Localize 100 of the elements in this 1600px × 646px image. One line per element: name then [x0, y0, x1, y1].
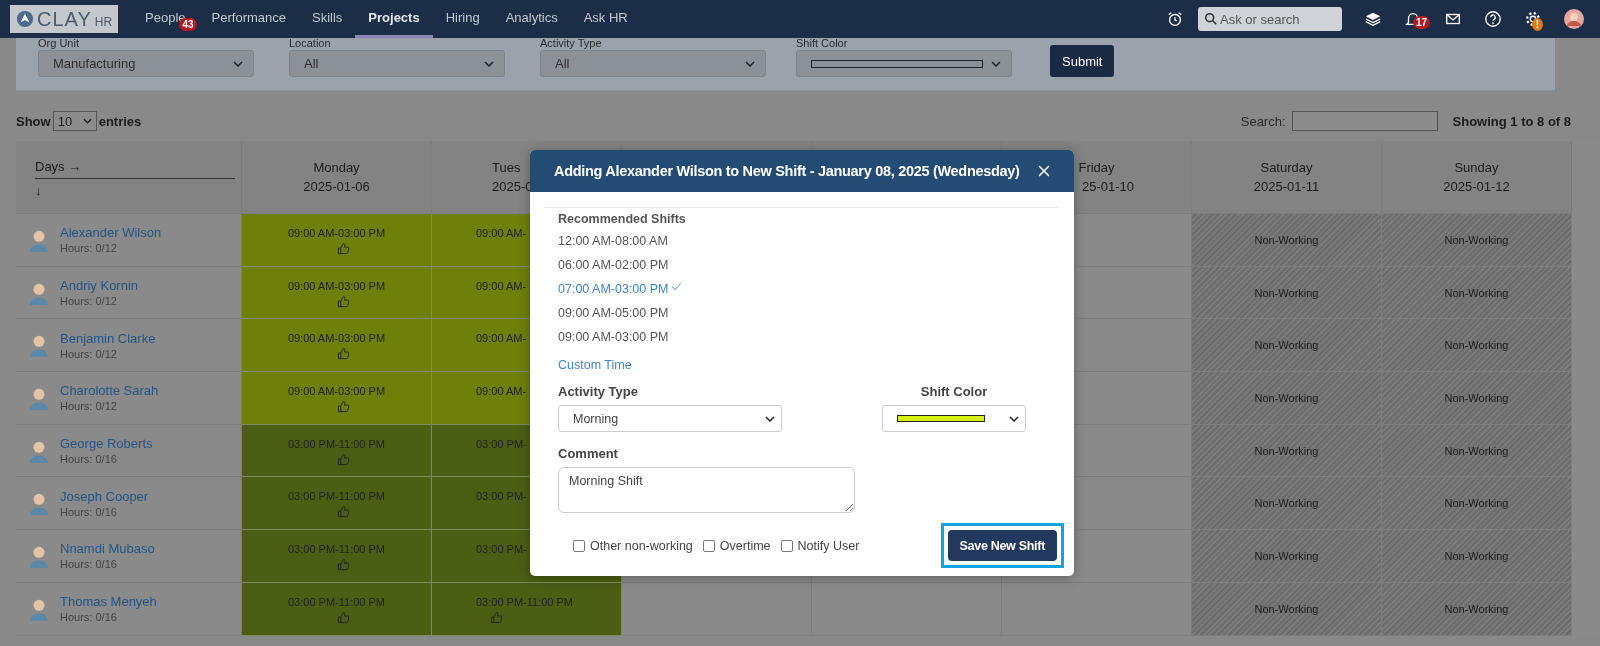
non-working-text: Non-Working: [1254, 602, 1319, 615]
employee-link[interactable]: Charolotte Sarah: [60, 383, 159, 399]
shift-cell[interactable]: 09:00 AM-03:00 PM: [242, 319, 432, 373]
non-working-text: Non-Working: [1254, 549, 1319, 562]
check-icon: [671, 282, 683, 291]
close-icon[interactable]: [1038, 165, 1050, 177]
shift-cell[interactable]: 03:00 PM-11:00 PM: [242, 530, 432, 583]
search-field[interactable]: Ask or search: [1198, 7, 1342, 31]
count-badge: 17: [1413, 16, 1431, 29]
logo-subtext: HR: [94, 14, 113, 29]
dropdown[interactable]: All: [540, 50, 766, 77]
dropdown[interactable]: All: [289, 50, 505, 77]
non-working-text: Non-Working: [1254, 497, 1319, 510]
field-label: Activity Type: [540, 37, 602, 49]
shift-color-dropdown[interactable]: [882, 405, 1026, 432]
nav-tab[interactable]: Hiring: [432, 0, 493, 38]
day-name: Sunday: [1454, 160, 1499, 175]
employee-link[interactable]: Joseph Cooper: [60, 488, 149, 504]
checkbox[interactable]: [780, 539, 793, 552]
checkbox[interactable]: [573, 539, 585, 552]
nav-tab[interactable]: Ask HR: [570, 0, 641, 38]
show-label: Show: [16, 113, 51, 129]
activity-type-dropdown[interactable]: Morning: [558, 405, 782, 432]
dialog-title: Adding Alexander Wilson to New Shift - January 08, 2025 (Wednesday): [554, 163, 1020, 179]
checkbox-option[interactable]: Overtime: [702, 538, 771, 553]
field-label: Shift Color: [920, 384, 988, 399]
shift-time: 09:00 AM-: [476, 385, 527, 398]
non-working-text: Non-Working: [1444, 286, 1509, 299]
employee-link[interactable]: Thomas Menyeh: [60, 594, 157, 610]
avatar-icon[interactable]: [1564, 9, 1584, 29]
color-dropdown[interactable]: [796, 50, 1012, 77]
search-field[interactable]: [1291, 111, 1438, 131]
employee-link[interactable]: George Roberts: [60, 436, 153, 452]
non-working-text: Non-Working: [1444, 549, 1509, 562]
chevron-down-icon: [233, 60, 243, 67]
shift-cell[interactable]: 03:00 PM-11:00 PM: [242, 424, 432, 478]
shift-time: 03:00 PM-: [476, 437, 527, 450]
checkbox[interactable]: [702, 539, 715, 552]
day-name: Monday: [313, 160, 360, 175]
shift-time: 03:00 PM-11:00 PM: [476, 595, 573, 608]
non-working-text: Non-Working: [1254, 444, 1319, 457]
shift-cell[interactable]: 09:00 AM-03:00 PM: [242, 214, 432, 267]
alarm-clock-icon[interactable]: [1166, 10, 1184, 28]
shift-cell[interactable]: 09:00 AM-03:00 PM: [242, 266, 432, 320]
non-working-text: Non-Working: [1254, 339, 1319, 352]
shift-time: 09:00 AM-: [476, 332, 527, 345]
employee-link[interactable]: Alexander Wilson: [60, 225, 162, 241]
logo-text: CLAY: [37, 7, 92, 31]
nav-tab[interactable]: Analytics: [492, 0, 571, 38]
hours-text: Hours: 0/12: [60, 347, 118, 360]
shift-cell[interactable]: 03:00 PM-11:00 PM: [242, 477, 432, 531]
day-name: Friday: [1078, 160, 1115, 175]
logo-icon: [16, 10, 34, 28]
dropdown[interactable]: Manufacturing: [38, 50, 254, 77]
chevron-down-icon: [745, 60, 755, 67]
shift-time: 03:00 PM-11:00 PM: [288, 490, 385, 503]
shift-cell[interactable]: 03:00 PM-11:00 PM: [242, 582, 432, 636]
column-axis-label: Days →: [35, 159, 235, 179]
non-working-text: Non-Working: [1444, 391, 1509, 404]
non-working-text: Non-Working: [1254, 391, 1319, 404]
comment-field[interactable]: Morning Shift: [558, 467, 855, 513]
hours-text: Hours: 0/12: [60, 295, 118, 308]
employee-link[interactable]: Benjamin Clarke: [60, 330, 156, 346]
day-date: 2025-01-12: [1443, 179, 1510, 194]
non-working-text: Non-Working: [1444, 233, 1509, 246]
checkbox-option[interactable]: Notify User: [780, 538, 860, 553]
field-label: Shift Color: [796, 37, 848, 49]
employee-link[interactable]: Nnamdi Mubaso: [60, 541, 155, 557]
search-label: Search:: [1240, 113, 1286, 129]
help-icon[interactable]: [1484, 10, 1502, 28]
logo[interactable]: CLAY HR: [10, 5, 119, 33]
shift-time: 03:00 PM-: [476, 490, 527, 503]
submit-button[interactable]: Submit: [1050, 45, 1115, 77]
chevron-down-icon: [484, 60, 494, 67]
non-working-text: Non-Working: [1444, 339, 1509, 352]
save-button[interactable]: Save New Shift: [947, 530, 1057, 561]
day-date: 2025-01-06: [303, 179, 370, 194]
table-info: Showing 1 to 8 of 8: [1452, 113, 1571, 129]
shift-cell[interactable]: 09:00 AM-03:00 PM: [242, 372, 432, 425]
non-working-text: Non-Working: [1254, 233, 1319, 246]
field-label: Org Unit: [38, 37, 79, 49]
chevron-down-icon: [991, 60, 1001, 67]
non-working-text: Non-Working: [1444, 497, 1509, 510]
layers-icon[interactable]: [1364, 10, 1382, 28]
nav-tab[interactable]: Performance: [198, 0, 299, 38]
shift-time: 09:00 AM-: [476, 279, 527, 292]
shift-time: 09:00 AM-03:00 PM: [287, 332, 386, 345]
page-size-dropdown[interactable]: 10: [52, 111, 97, 131]
row-axis-label: ↓: [35, 183, 43, 198]
hours-text: Hours: 0/16: [60, 611, 118, 624]
shift-cell[interactable]: 03:00 PM-11:00 PM: [432, 582, 622, 636]
hours-text: Hours: 0/16: [60, 505, 118, 518]
employee-link[interactable]: Andriy Kornin: [60, 278, 139, 294]
day-name: Saturday: [1260, 160, 1313, 175]
field-label: Comment: [558, 446, 619, 461]
non-working-text: Non-Working: [1444, 444, 1509, 457]
non-working-text: Non-Working: [1444, 602, 1509, 615]
nav-tab[interactable]: Skills: [299, 0, 356, 38]
day-name: Tues: [492, 160, 521, 175]
hours-text: Hours: 0/16: [60, 453, 118, 466]
